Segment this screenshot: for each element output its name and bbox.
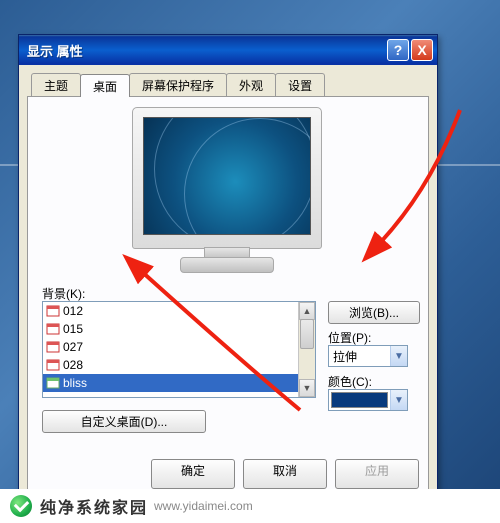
customize-desktop-button[interactable]: 自定义桌面(D)... <box>42 410 206 433</box>
dialog-button-row: 确定 取消 应用 <box>27 455 429 493</box>
brand-url: www.yidaimei.com <box>154 499 253 513</box>
monitor-screen-icon <box>143 117 311 235</box>
chevron-down-icon: ▼ <box>390 346 407 366</box>
tab-screensaver[interactable]: 屏幕保护程序 <box>129 73 227 96</box>
position-value: 拉伸 <box>329 348 390 365</box>
image-file-icon <box>46 358 60 372</box>
scroll-down-button[interactable]: ▼ <box>299 379 315 397</box>
brand-logo-icon <box>10 495 32 517</box>
chevron-down-icon: ▼ <box>390 390 407 410</box>
position-select[interactable]: 拉伸 ▼ <box>328 345 408 367</box>
image-file-icon <box>46 340 60 354</box>
help-button[interactable]: ? <box>387 39 409 61</box>
color-select[interactable]: ▼ <box>328 389 408 411</box>
image-file-icon <box>46 376 60 390</box>
brand-name: 纯净系统家园 <box>40 494 148 518</box>
tab-desktop[interactable]: 桌面 <box>80 74 130 97</box>
cancel-button[interactable]: 取消 <box>243 459 327 489</box>
listbox-scrollbar[interactable]: ▲ ▼ <box>298 302 315 397</box>
image-file-icon <box>46 322 60 336</box>
ok-button[interactable]: 确定 <box>151 459 235 489</box>
position-label: 位置(P): <box>328 329 371 346</box>
color-swatch <box>331 392 388 408</box>
list-item[interactable]: 015 <box>43 320 315 338</box>
window-title: 显示 属性 <box>27 41 387 60</box>
list-item-label: bliss <box>63 376 87 390</box>
background-listbox[interactable]: 012 015 027 028 bliss <box>42 301 316 398</box>
list-item-label: 015 <box>63 322 83 336</box>
list-item-label: 012 <box>63 304 83 318</box>
watermark-footer: 纯净系统家园 www.yidaimei.com <box>0 489 500 523</box>
apply-button: 应用 <box>335 459 419 489</box>
list-item-label: 028 <box>63 358 83 372</box>
list-item-label: 027 <box>63 340 83 354</box>
color-label: 颜色(C): <box>328 373 372 390</box>
scroll-thumb[interactable] <box>300 319 314 349</box>
browse-button[interactable]: 浏览(B)... <box>328 301 420 324</box>
tab-appearance[interactable]: 外观 <box>226 73 276 96</box>
background-label: 背景(K): <box>42 285 85 302</box>
wallpaper-preview <box>126 107 326 273</box>
monitor-base-icon <box>180 257 274 273</box>
titlebar[interactable]: 显示 属性 ? X <box>19 35 437 65</box>
tab-bar: 主题 桌面 屏幕保护程序 外观 设置 <box>31 73 429 96</box>
list-item[interactable]: bliss <box>43 374 315 392</box>
image-file-icon <box>46 304 60 318</box>
tab-panel-desktop: 背景(K): 012 015 027 028 <box>27 96 429 490</box>
list-item[interactable]: 027 <box>43 338 315 356</box>
display-properties-dialog: 显示 属性 ? X 主题 桌面 屏幕保护程序 外观 设置 背景(K): <box>18 34 438 504</box>
tab-settings[interactable]: 设置 <box>275 73 325 96</box>
scroll-up-button[interactable]: ▲ <box>299 302 315 320</box>
list-item[interactable]: 012 <box>43 302 315 320</box>
tab-themes[interactable]: 主题 <box>31 73 81 96</box>
list-item[interactable]: 028 <box>43 356 315 374</box>
close-button[interactable]: X <box>411 39 433 61</box>
